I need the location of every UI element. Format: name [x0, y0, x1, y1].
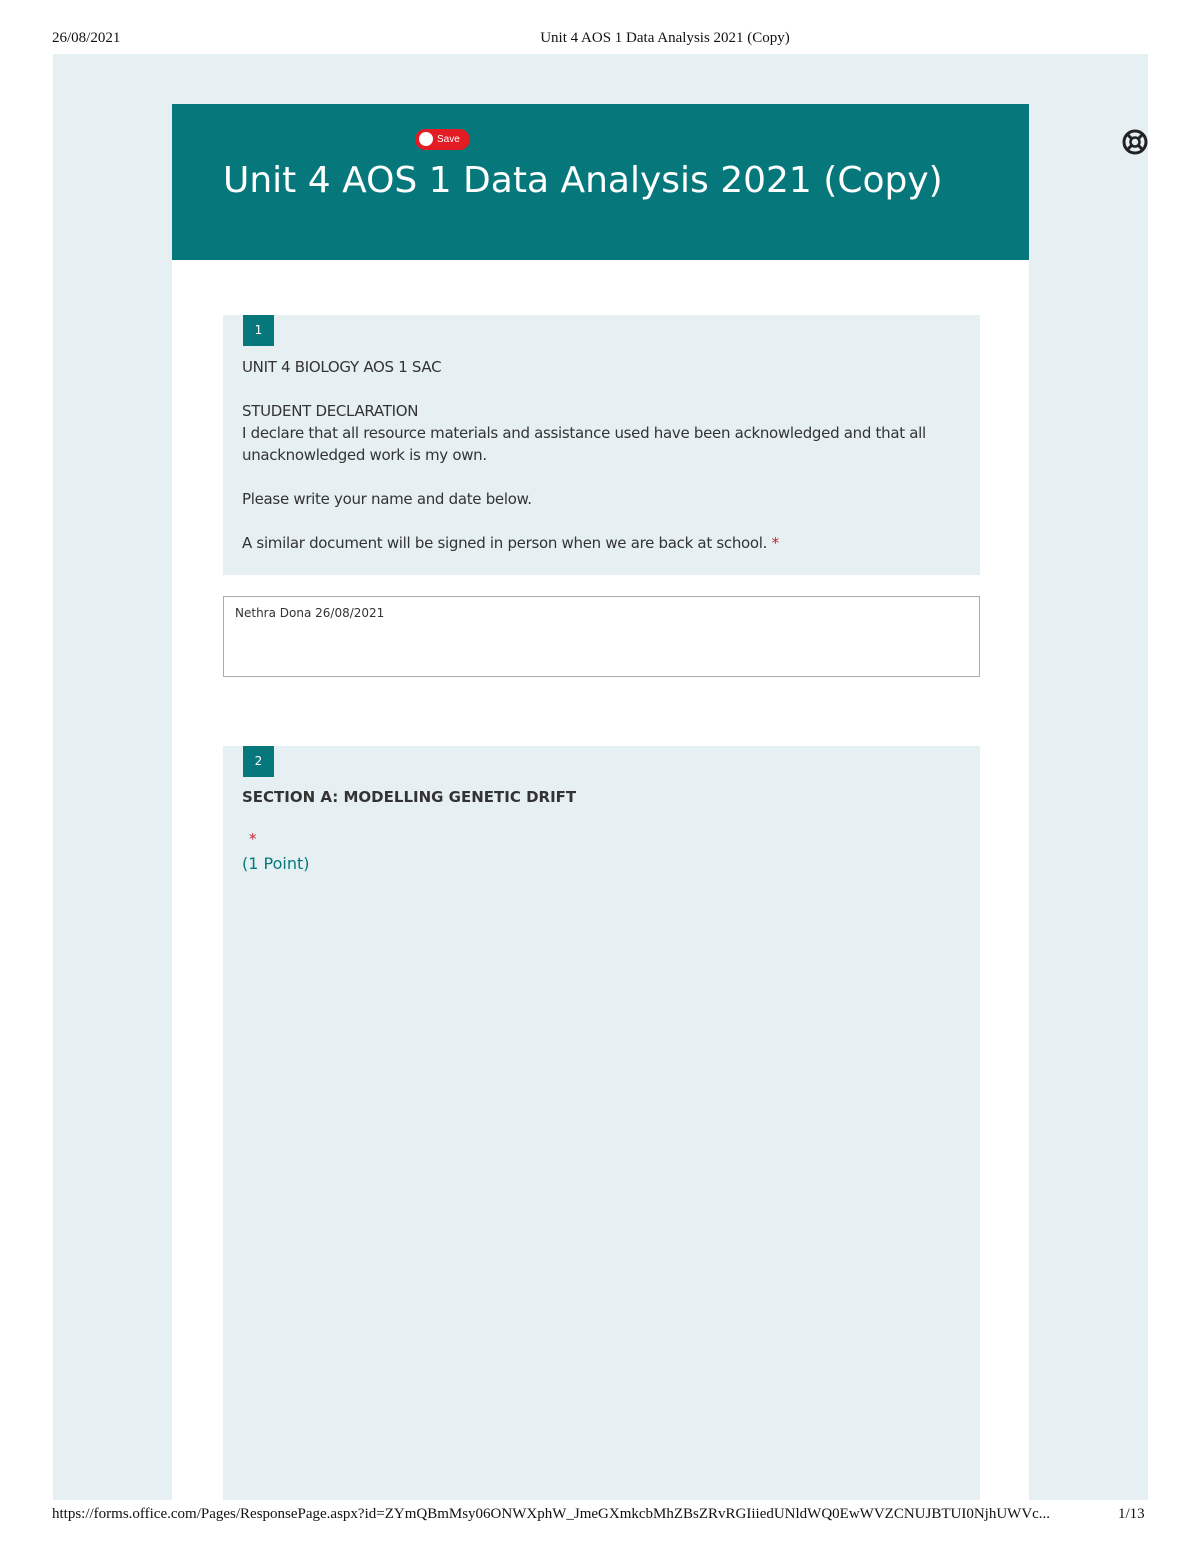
form-title: Unit 4 AOS 1 Data Analysis 2021 (Copy) [223, 160, 943, 201]
print-url: https://forms.office.com/Pages/ResponseP… [52, 1506, 1051, 1522]
question-line: I declare that all resource materials an… [242, 424, 926, 464]
answer-value: Nethra Dona 26/08/2021 [235, 606, 385, 620]
question-number: 2 [243, 746, 274, 777]
question-1: 1 UNIT 4 BIOLOGY AOS 1 SAC STUDENT DECLA… [223, 315, 980, 575]
question-2: 2 SECTION A: MODELLING GENETIC DRIFT * (… [223, 746, 980, 1500]
save-label: Save [437, 134, 460, 145]
question-line: A similar document will be signed in per… [242, 532, 962, 554]
question-line: Please write your name and date below. [242, 490, 532, 508]
answer-textarea[interactable]: Nethra Dona 26/08/2021 [223, 596, 980, 677]
help-lifebuoy-icon[interactable] [1122, 129, 1148, 155]
question-line: UNIT 4 BIOLOGY AOS 1 SAC [242, 358, 442, 376]
record-dot-icon [419, 132, 433, 146]
section-title: SECTION A: MODELLING GENETIC DRIFT [242, 788, 577, 806]
print-page-number: 1/13 [1118, 1506, 1145, 1522]
question-number: 1 [243, 315, 274, 346]
required-mark: * [771, 534, 780, 552]
save-button[interactable]: Save [415, 129, 470, 150]
required-mark: * [249, 830, 257, 848]
print-header: 26/08/2021 Unit 4 AOS 1 Data Analysis 20… [0, 30, 1200, 50]
form-banner: Save Unit 4 AOS 1 Data Analysis 2021 (Co… [172, 104, 1029, 260]
form-card: Save Unit 4 AOS 1 Data Analysis 2021 (Co… [172, 104, 1029, 1500]
print-title: Unit 4 AOS 1 Data Analysis 2021 (Copy) [540, 30, 790, 46]
question-text: UNIT 4 BIOLOGY AOS 1 SAC STUDENT DECLARA… [242, 356, 962, 554]
question-line: STUDENT DECLARATION [242, 402, 419, 420]
print-footer: https://forms.office.com/Pages/ResponseP… [0, 1506, 1200, 1526]
question-line-text: A similar document will be signed in per… [242, 534, 768, 552]
question-points: (1 Point) [242, 854, 310, 873]
